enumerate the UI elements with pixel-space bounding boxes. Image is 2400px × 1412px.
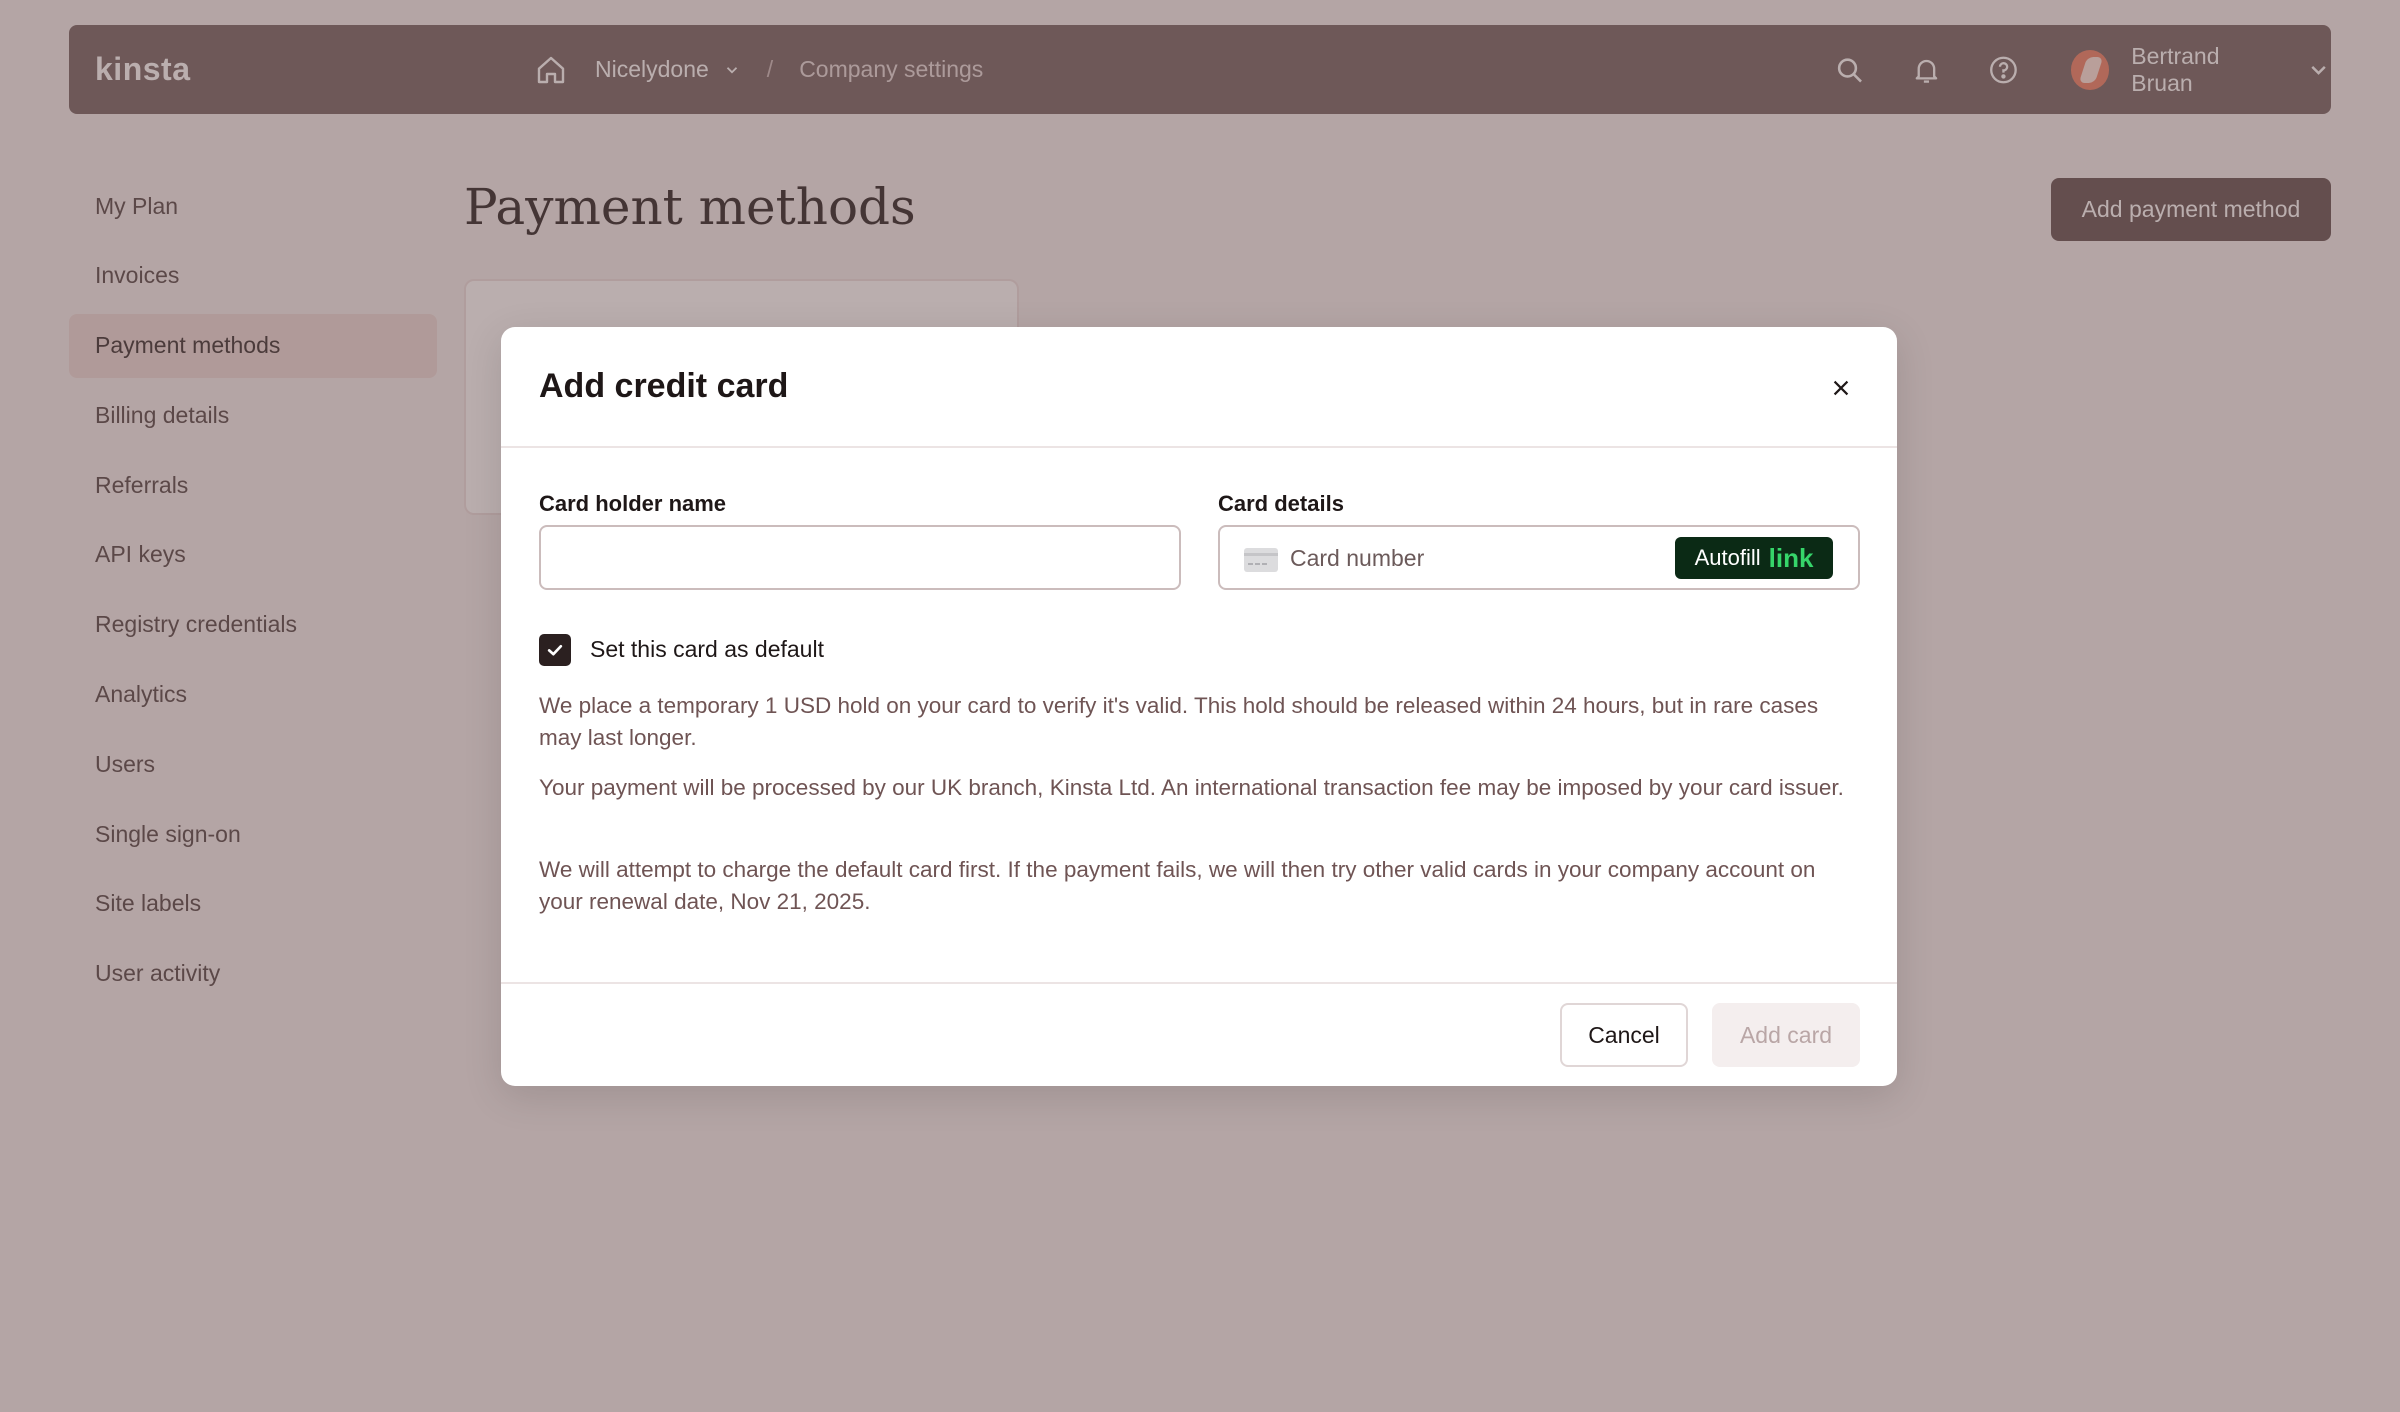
add-card-button[interactable]: Add card: [1712, 1003, 1860, 1067]
card-holder-label: Card holder name: [539, 491, 727, 516]
credit-card-icon: [1244, 548, 1278, 572]
app-root: kinsta Nicelydone / Company settings Ber…: [0, 0, 2400, 1412]
autofill-label: Autofill: [1694, 545, 1761, 570]
hold-info-text: We place a temporary 1 USD hold on your …: [539, 693, 1819, 750]
dialog-header-divider: [501, 446, 1897, 448]
card-number-field[interactable]: Card number Autofill link: [1218, 525, 1860, 590]
charge-info-text: We will attempt to charge the default ca…: [539, 857, 1816, 914]
card-number-placeholder: Card number: [1290, 545, 1425, 571]
autofill-link-button[interactable]: Autofill link: [1675, 537, 1833, 579]
close-icon[interactable]: [1826, 373, 1856, 403]
card-details-label: Card details: [1218, 491, 1344, 516]
check-icon: [547, 644, 563, 656]
processing-info-text: Your payment will be processed by our UK…: [539, 775, 1844, 800]
card-holder-name-input[interactable]: [539, 525, 1181, 590]
default-card-checkbox[interactable]: [539, 634, 571, 666]
dialog-footer-divider: [501, 982, 1897, 984]
cancel-button[interactable]: Cancel: [1560, 1003, 1688, 1067]
default-card-label[interactable]: Set this card as default: [590, 636, 824, 663]
dialog-title: Add credit card: [539, 367, 789, 405]
link-brand-logo: link: [1768, 542, 1814, 573]
add-credit-card-dialog: Add credit card Card holder name Card de…: [501, 327, 1897, 1086]
